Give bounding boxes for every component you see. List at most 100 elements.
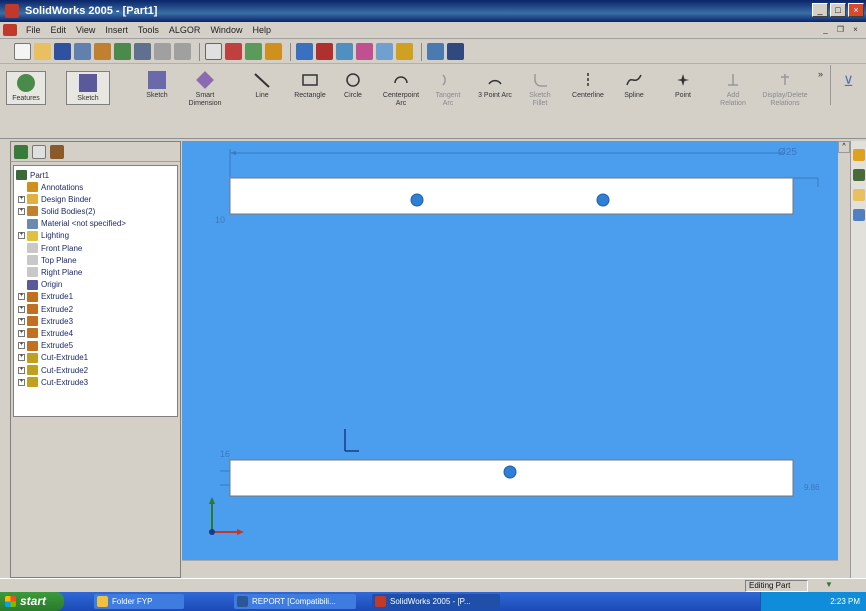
taskbar-button-folder[interactable]: Folder FYP [94,594,184,609]
expand-icon[interactable]: + [18,329,25,337]
rebuild-icon[interactable] [225,43,242,60]
tree-item-origin[interactable]: Origin [18,279,62,291]
tree-item-extrude5[interactable]: + Extrude5 [18,340,73,352]
sketch-fillet-button[interactable]: Sketch Fillet [524,71,556,108]
tile-windows-icon[interactable] [296,43,313,60]
menu-insert[interactable]: Insert [100,25,133,35]
add-relation-button[interactable]: Add Relation [716,71,750,108]
doc-restore-button[interactable]: ❐ [834,24,847,36]
close-button[interactable]: × [848,3,864,17]
expand-icon[interactable]: + [18,232,25,240]
expand-icon[interactable]: + [18,207,25,215]
taskbar-button-report[interactable]: REPORT [Compatibili... [234,594,356,609]
search-icon[interactable] [853,209,865,221]
edit-color-icon[interactable] [316,43,333,60]
menu-tools[interactable]: Tools [133,25,164,35]
menu-edit[interactable]: Edit [46,25,72,35]
menu-window[interactable]: Window [205,25,247,35]
centerline-button[interactable]: Centerline [568,71,608,100]
tree-root[interactable]: Part1 [16,169,49,181]
expand-icon[interactable]: + [18,366,25,374]
algor-mesh-icon[interactable] [447,43,464,60]
top-body[interactable] [229,177,794,215]
menu-file[interactable]: File [21,25,46,35]
horizontal-scrollbar[interactable] [182,560,838,572]
lighting-toolbar-icon[interactable] [396,43,413,60]
expand-icon[interactable]: + [18,195,25,203]
print-icon[interactable] [74,43,91,60]
tree-item-extrude2[interactable]: + Extrude2 [18,303,73,315]
taskbar-button-solidworks[interactable]: SolidWorks 2005 - [P... [372,594,500,609]
tree-item-cut-extrude3[interactable]: + Cut-Extrude3 [18,376,88,388]
hole-top-left[interactable] [410,193,424,207]
vertical-scrollbar[interactable]: ^ [838,141,850,572]
save-icon[interactable] [54,43,71,60]
expand-icon[interactable]: + [18,293,25,301]
tangent-arc-button[interactable]: Tangent Arc [430,71,466,108]
new-document-icon[interactable] [14,43,31,60]
rebuild-status-icon[interactable]: ▼ [822,580,836,592]
print-preview-icon[interactable] [94,43,111,60]
menu-help[interactable]: Help [247,25,276,35]
tree-item-annotations[interactable]: Annotations [18,181,83,193]
centerpoint-arc-button[interactable]: Centerpoint Arc [378,71,424,108]
hole-bottom[interactable] [503,465,517,479]
section-view-icon[interactable] [356,43,373,60]
graphics-area[interactable]: Ø25 10 16 9.86 [182,141,838,572]
sketch-button[interactable]: Sketch [140,71,174,100]
algor-icon[interactable] [427,43,444,60]
menu-view[interactable]: View [71,25,100,35]
three-point-arc-button[interactable]: 3 Point Arc [472,71,518,100]
sketch-exit-icon[interactable]: ⊻ [830,65,866,105]
tree-item-lighting[interactable]: + Lighting [18,230,69,242]
doc-minimize-button[interactable]: _ [819,24,832,36]
tree-item-extrude1[interactable]: + Extrude1 [18,291,73,303]
sketch-tab-button[interactable]: Sketch [66,71,110,105]
expand-icon[interactable]: + [18,378,25,386]
rectangle-button[interactable]: Rectangle [290,71,330,100]
undo-icon[interactable] [154,43,171,60]
doc-close-button[interactable]: × [849,24,862,36]
tree-item-extrude4[interactable]: + Extrude4 [18,327,73,339]
model-view[interactable]: Ø25 10 16 9.86 [182,141,838,572]
redo-icon[interactable] [174,43,191,60]
scroll-up-button[interactable]: ^ [838,141,850,153]
help-icon[interactable] [265,43,282,60]
view-orientation-icon[interactable] [336,43,353,60]
tree-item-cut-extrude1[interactable]: + Cut-Extrude1 [18,352,88,364]
spline-button[interactable]: Spline [618,71,650,100]
open-folder-icon[interactable] [34,43,51,60]
file-explorer-icon[interactable] [853,189,865,201]
solidworks-resources-icon[interactable] [853,149,865,161]
expand-icon[interactable]: + [18,305,25,313]
menu-algor[interactable]: ALGOR [164,25,206,35]
tree-item-top-plane[interactable]: Top Plane [18,254,77,266]
tree-item-extrude3[interactable]: + Extrude3 [18,315,73,327]
tree-item-right-plane[interactable]: Right Plane [18,266,82,278]
start-button[interactable]: start [0,592,64,611]
more-commands-icon[interactable]: » [818,69,823,79]
features-tab-button[interactable]: Features [6,71,46,105]
copy-icon[interactable] [134,43,151,60]
tree-item-cut-extrude2[interactable]: + Cut-Extrude2 [18,364,88,376]
display-relations-button[interactable]: Display/Delete Relations [760,71,810,108]
expand-icon[interactable]: + [18,354,25,362]
point-button[interactable]: Point [668,71,698,100]
tree-item-design-binder[interactable]: + Design Binder [18,193,91,205]
document-icon[interactable] [3,24,17,36]
feature-tree-tab-icon[interactable] [14,144,28,159]
circle-button[interactable]: Circle [338,71,368,100]
design-library-icon[interactable] [853,169,865,181]
cut-icon[interactable] [114,43,131,60]
line-button[interactable]: Line [247,71,277,100]
expand-icon[interactable]: + [18,317,25,325]
display-style-icon[interactable] [376,43,393,60]
configuration-manager-tab-icon[interactable] [50,144,64,159]
dimension-top-text[interactable]: Ø25 [778,147,797,158]
tree-item-front-plane[interactable]: Front Plane [18,242,82,254]
select-pointer-icon[interactable] [205,43,222,60]
maximize-button[interactable]: □ [830,3,846,17]
options-icon[interactable] [245,43,262,60]
tree-item-material-not-specified[interactable]: Material <not specified> [18,218,126,230]
tree-item-solid-bodies-2[interactable]: + Solid Bodies(2) [18,205,95,217]
